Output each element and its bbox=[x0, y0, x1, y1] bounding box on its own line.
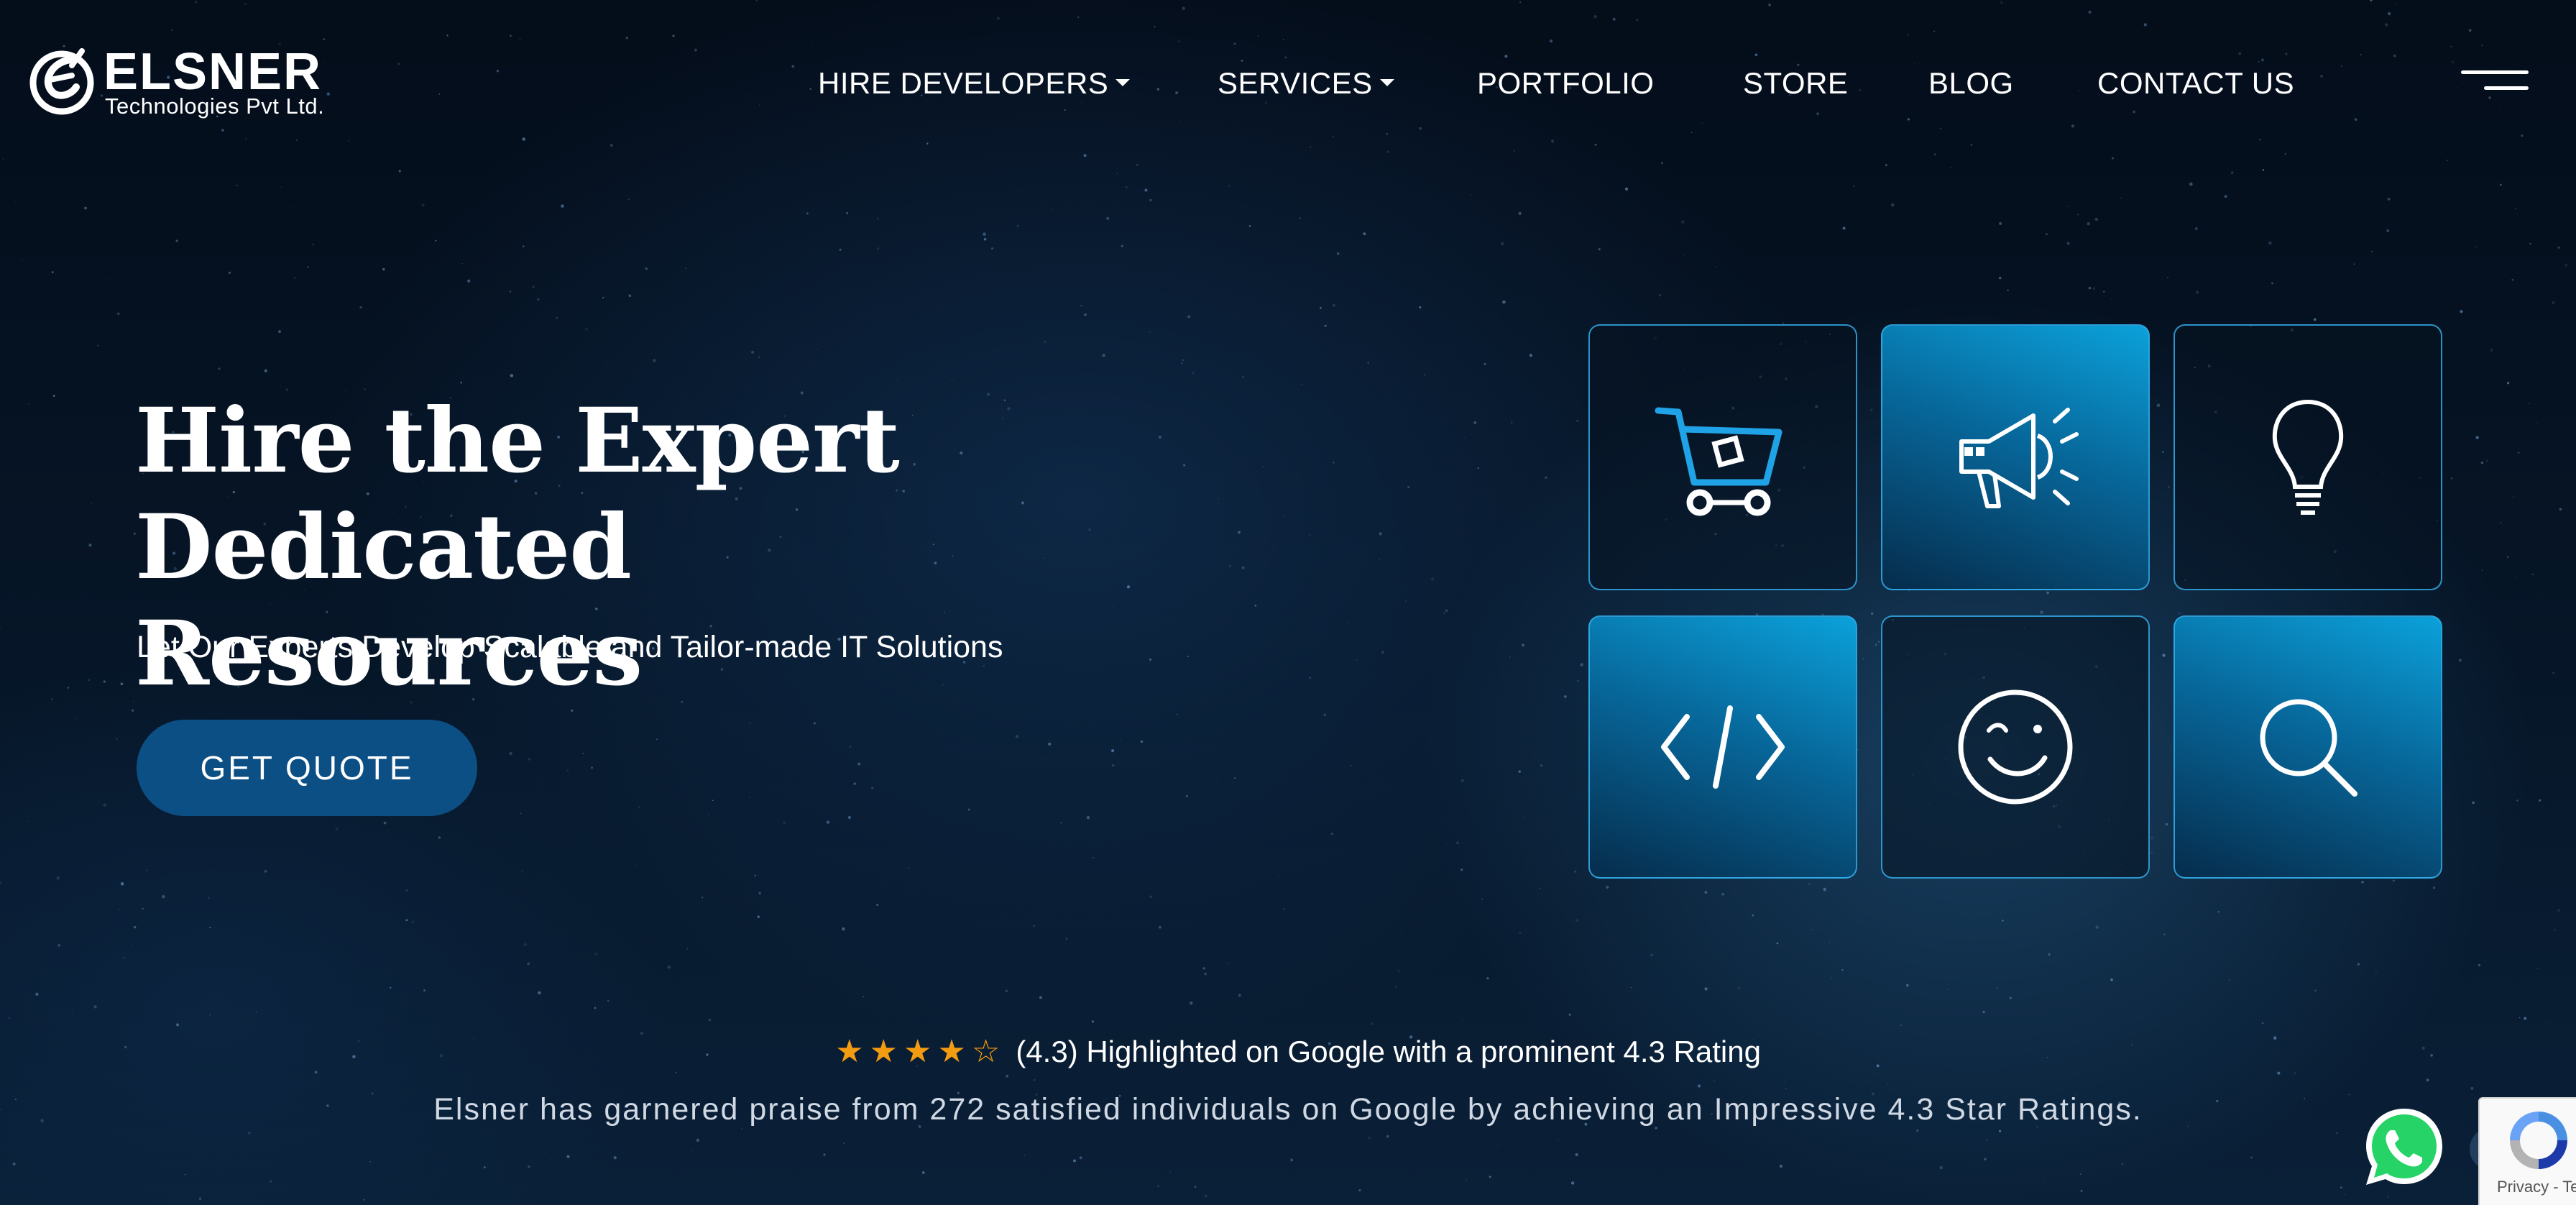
nav-item-contact-us[interactable]: CONTACT US bbox=[2097, 63, 2294, 104]
brand-tagline: Technologies Pvt Ltd. bbox=[105, 93, 325, 119]
star-filled-icon: ★ bbox=[869, 1034, 898, 1069]
whatsapp-icon[interactable] bbox=[2362, 1104, 2447, 1189]
code-icon bbox=[1661, 705, 1785, 789]
elsner-logo-icon bbox=[29, 48, 94, 115]
tile-development[interactable] bbox=[1588, 615, 1857, 879]
nav-item-hire-developers[interactable]: HIRE DEVELOPERS bbox=[818, 63, 1131, 104]
nav-item-portfolio[interactable]: PORTFOLIO bbox=[1477, 63, 1654, 104]
hero-subtitle: Let Our Experts Develop Scalable and Tai… bbox=[137, 630, 1003, 664]
recaptcha-badge[interactable]: Privacy - Terms bbox=[2478, 1097, 2576, 1205]
smiley-icon bbox=[1958, 689, 2073, 805]
caret-down-icon bbox=[1116, 78, 1131, 86]
star-filled-icon: ★ bbox=[903, 1034, 932, 1069]
hero-title-line1: Hire the Expert Dedicated bbox=[135, 389, 900, 600]
star-filled-icon: ★ bbox=[937, 1034, 966, 1069]
nav-item-label: BLOG bbox=[1928, 66, 2014, 100]
rating-stars: ★ ★ ★ ★ ☆ bbox=[835, 1030, 1000, 1073]
tile-marketing[interactable] bbox=[1881, 324, 2150, 590]
tile-ecommerce[interactable] bbox=[1588, 324, 1857, 590]
tile-seo[interactable] bbox=[2174, 615, 2442, 879]
tile-ideas[interactable] bbox=[2174, 324, 2442, 590]
nav-item-label: PORTFOLIO bbox=[1477, 66, 1655, 100]
recaptcha-icon bbox=[2510, 1112, 2567, 1169]
shopping-cart-icon bbox=[1655, 407, 1782, 516]
nav-item-label: SERVICES bbox=[1218, 66, 1373, 100]
nav-item-store[interactable]: STORE bbox=[1743, 63, 1848, 104]
hamburger-icon[interactable] bbox=[2461, 70, 2529, 96]
caret-down-icon bbox=[1379, 78, 1394, 86]
rating-description: Elsner has garnered praise from 272 sati… bbox=[433, 1092, 2143, 1127]
lightbulb-icon bbox=[2272, 399, 2344, 515]
nav-item-label: HIRE DEVELOPERS bbox=[818, 66, 1109, 100]
get-quote-button[interactable]: GET QUOTE bbox=[137, 720, 477, 816]
tile-satisfaction[interactable] bbox=[1881, 615, 2150, 879]
nav-item-label: CONTACT US bbox=[2097, 66, 2295, 100]
nav-item-blog[interactable]: BLOG bbox=[1928, 63, 2014, 104]
recaptcha-links[interactable]: Privacy - Terms bbox=[2497, 1178, 2576, 1196]
star-empty-icon: ☆ bbox=[971, 1034, 1000, 1069]
google-rating-row: ★ ★ ★ ★ ☆ (4.3) Highlighted on Google wi… bbox=[0, 1030, 2576, 1073]
nav-item-services[interactable]: SERVICES bbox=[1218, 63, 1394, 104]
rating-headline: (4.3) Highlighted on Google with a promi… bbox=[1016, 1035, 1761, 1068]
nav-item-label: STORE bbox=[1743, 66, 1849, 100]
megaphone-icon bbox=[1959, 408, 2079, 508]
elsner-logo[interactable]: ELSNER Technologies Pvt Ltd. bbox=[29, 43, 345, 122]
star-filled-icon: ★ bbox=[835, 1034, 864, 1069]
search-icon bbox=[2260, 699, 2358, 797]
